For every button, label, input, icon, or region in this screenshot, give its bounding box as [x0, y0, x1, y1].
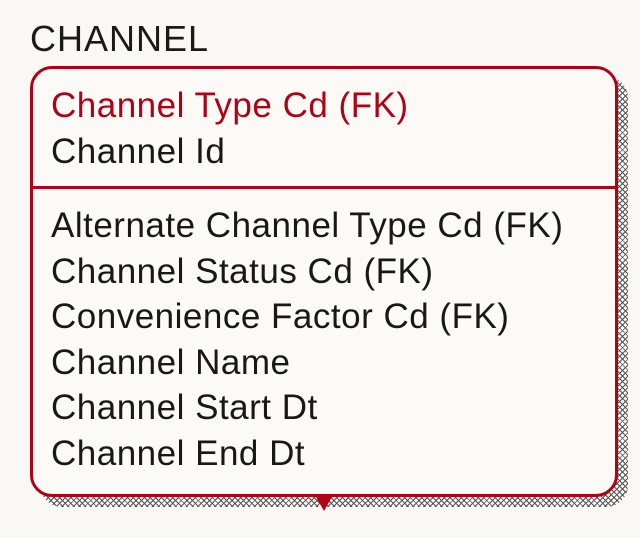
pk-attribute: Channel Id	[51, 129, 597, 175]
section-divider	[33, 186, 615, 189]
entity-box: Channel Type Cd (FK) Channel Id Alternat…	[30, 66, 618, 497]
pk-attribute: Channel Type Cd (FK)	[51, 83, 597, 129]
attribute-row: Channel Start Dt	[51, 385, 597, 431]
attribute-row: Channel Status Cd (FK)	[51, 249, 597, 295]
attributes-section: Alternate Channel Type Cd (FK) Channel S…	[51, 203, 597, 476]
attribute-row: Alternate Channel Type Cd (FK)	[51, 203, 597, 249]
entity-title: CHANNEL	[30, 18, 618, 60]
primary-key-section: Channel Type Cd (FK) Channel Id	[51, 83, 597, 174]
attribute-row: Channel End Dt	[51, 431, 597, 477]
relationship-arrow-icon	[315, 495, 333, 511]
entity-box-container: Channel Type Cd (FK) Channel Id Alternat…	[30, 66, 618, 497]
attribute-row: Channel Name	[51, 340, 597, 386]
entity-diagram: CHANNEL Channel Type Cd (FK) Channel Id …	[0, 0, 640, 515]
attribute-row: Convenience Factor Cd (FK)	[51, 294, 597, 340]
